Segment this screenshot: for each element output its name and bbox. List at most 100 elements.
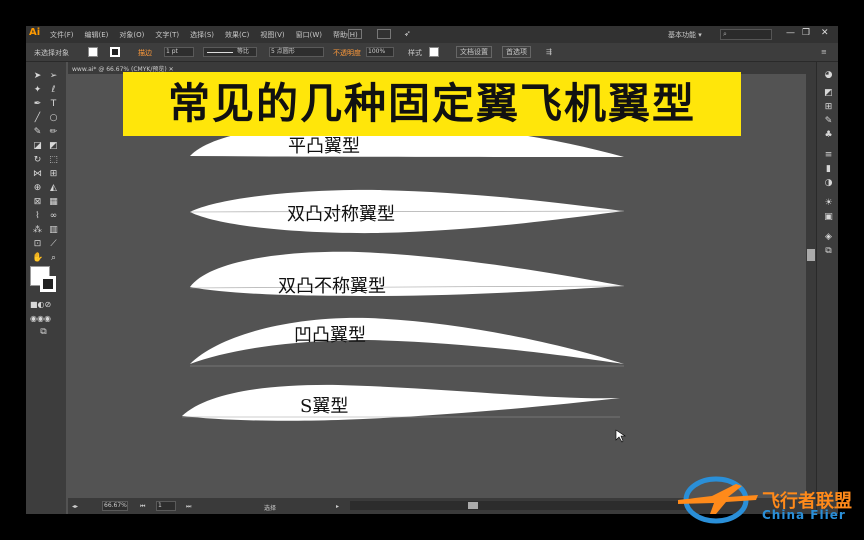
stroke-weight-field[interactable]: 1 pt [164, 47, 194, 57]
slice-tool-icon[interactable]: ⟋ [48, 240, 59, 249]
blend-tool-icon[interactable]: ∞ [48, 212, 59, 221]
brushes-panel-icon[interactable]: ✎ [823, 116, 834, 126]
magic-wand-tool-icon[interactable]: ✦ [32, 86, 43, 95]
panel-menu-icon[interactable]: ≡ [821, 48, 827, 56]
paintbrush-tool-icon[interactable]: ✎ [32, 128, 43, 137]
opacity-field[interactable]: 100% [366, 47, 394, 57]
stroke-profile-line [207, 52, 233, 53]
stroke-label[interactable]: 描边 [138, 48, 152, 58]
graphic-style-swatch[interactable] [429, 47, 439, 57]
swatches-panel-icon[interactable]: ⊞ [823, 102, 834, 112]
color-guide-icon[interactable]: ◩ [823, 88, 834, 98]
last-page-icon[interactable]: ⏭ [186, 503, 191, 511]
arrange-documents-icon[interactable] [377, 29, 391, 39]
stroke-panel-icon[interactable]: ≡ [823, 150, 834, 160]
status-menu-icon[interactable]: ▸ [336, 503, 339, 510]
screen-mode-icon[interactable]: ⧉ [38, 328, 49, 337]
artboards-panel-icon[interactable]: ⧉ [823, 246, 834, 256]
column-graph-tool-icon[interactable]: ▥ [48, 226, 59, 235]
restore-button[interactable]: ❐ [802, 28, 810, 38]
control-bar: 未选择对象 描边 1 pt 等比 5 点圆形 不透明度 100% 样式 文档设置… [26, 43, 838, 62]
scale-tool-icon[interactable]: ⬚ [48, 156, 59, 165]
title-banner: 常见的几种固定翼飞机翼型 [123, 72, 741, 136]
transparency-panel-icon[interactable]: ◑ [823, 178, 834, 188]
preferences-button[interactable]: 首选项 [502, 46, 531, 58]
blob-brush-tool-icon[interactable]: ◪ [32, 142, 43, 151]
horizontal-scroll-thumb[interactable] [468, 502, 478, 509]
stroke-swatch[interactable] [110, 47, 120, 57]
zoom-tool-icon[interactable]: ⌕ [48, 254, 59, 263]
menu-window[interactable]: 窗口(W) [296, 30, 322, 40]
symbols-panel-icon[interactable]: ♣ [823, 130, 834, 140]
banner-title: 常见的几种固定翼飞机翼型 [167, 79, 696, 128]
airfoil-asymmetric[interactable] [190, 251, 624, 296]
close-window-button[interactable]: ✕ [821, 28, 829, 38]
line-tool-icon[interactable]: ╱ [32, 114, 43, 123]
artboard-canvas[interactable] [68, 74, 806, 498]
draw-mode-icon[interactable]: ◉◉◉ [30, 314, 51, 323]
airfoil-concave-convex[interactable] [190, 317, 624, 364]
direct-selection-tool-icon[interactable]: ➢ [48, 72, 59, 81]
layers-panel-icon[interactable]: ◈ [823, 232, 834, 242]
app-logo: Ai [29, 27, 41, 38]
artboard-tool-icon[interactable]: ⊡ [32, 240, 43, 249]
eraser-tool-icon[interactable]: ◩ [48, 142, 59, 151]
type-tool-icon[interactable]: T [48, 100, 59, 109]
free-transform-tool-icon[interactable]: ⊞ [48, 170, 59, 179]
tool-status: 选择 [264, 505, 277, 512]
symbol-sprayer-tool-icon[interactable]: ⁂ [32, 226, 43, 235]
airfoil-label-concave-convex: 凹凸翼型 [294, 325, 366, 346]
appearance-panel-icon[interactable]: ☀ [823, 198, 834, 208]
workspace-switcher[interactable]: 基本功能 ▾ [668, 30, 702, 40]
shape-builder-tool-icon[interactable]: ⊕ [32, 184, 43, 193]
fill-swatch[interactable] [88, 47, 98, 57]
horizontal-scrollbar[interactable] [350, 501, 690, 510]
page-field[interactable]: 1 [156, 501, 176, 511]
vertical-scroll-thumb[interactable] [807, 249, 815, 261]
ellipse-tool-icon[interactable]: ○ [48, 114, 59, 123]
menu-select[interactable]: 选择(S) [190, 30, 214, 40]
stroke-color-icon[interactable] [40, 276, 56, 292]
airfoil-drawing [182, 121, 626, 443]
pen-tool-icon[interactable]: ✒ [32, 100, 43, 109]
eyedropper-tool-icon[interactable]: ⌇ [32, 212, 43, 221]
hand-tool-icon[interactable]: ✋ [32, 254, 43, 263]
bridge-icon[interactable] [348, 29, 362, 39]
gradient-panel-icon[interactable]: ▮ [823, 164, 834, 174]
menu-effect[interactable]: 效果(C) [225, 30, 249, 40]
brush-select[interactable]: 5 点圆形 [269, 47, 324, 57]
vertical-scrollbar[interactable] [806, 74, 816, 498]
pencil-tool-icon[interactable]: ✏ [48, 128, 59, 137]
selection-tool-icon[interactable]: ➤ [32, 72, 43, 81]
rotate-tool-icon[interactable]: ↻ [32, 156, 43, 165]
minimize-button[interactable]: — [786, 28, 795, 38]
document-setup-button[interactable]: 文档设置 [456, 46, 492, 58]
gpu-rocket-icon[interactable]: ➶ [404, 29, 411, 38]
color-mode-icon[interactable]: ■◐⊘ [30, 300, 51, 309]
status-arrow-icon[interactable]: ◂▸ [72, 503, 78, 510]
mesh-tool-icon[interactable]: ⊠ [32, 198, 43, 207]
menu-bar: Ai 文件(F) 编辑(E) 对象(O) 文字(T) 选择(S) 效果(C) 视… [26, 26, 838, 43]
search-icon: ⌕ [723, 30, 727, 38]
menu-view[interactable]: 视图(V) [260, 30, 284, 40]
first-page-icon[interactable]: ⏮ [140, 503, 145, 511]
menu-edit[interactable]: 编辑(E) [85, 30, 109, 40]
airfoil-s-shape[interactable] [182, 384, 620, 421]
lasso-tool-icon[interactable]: ℓ [48, 86, 59, 95]
gradient-tool-icon[interactable]: ▦ [48, 198, 59, 207]
menu-file[interactable]: 文件(F) [50, 30, 74, 40]
chevron-down-icon: ▾ [698, 31, 702, 39]
menu-object[interactable]: 对象(O) [119, 30, 144, 40]
zoom-field[interactable]: 66.67% [102, 501, 128, 511]
color-panel-icon[interactable]: ◕ [823, 70, 834, 80]
mouse-cursor-icon [615, 429, 626, 443]
perspective-grid-tool-icon[interactable]: ◭ [48, 184, 59, 193]
arrange-icon[interactable]: ⇶ [546, 48, 552, 56]
graphic-styles-panel-icon[interactable]: ▣ [823, 212, 834, 222]
main-menu: 文件(F) 编辑(E) 对象(O) 文字(T) 选择(S) 效果(C) 视图(V… [50, 30, 369, 40]
menu-type[interactable]: 文字(T) [155, 30, 179, 40]
stroke-profile-select[interactable]: 等比 [203, 47, 257, 57]
opacity-label[interactable]: 不透明度 [333, 48, 361, 58]
width-tool-icon[interactable]: ⋈ [32, 170, 43, 179]
search-input[interactable]: ⌕ [720, 29, 772, 40]
